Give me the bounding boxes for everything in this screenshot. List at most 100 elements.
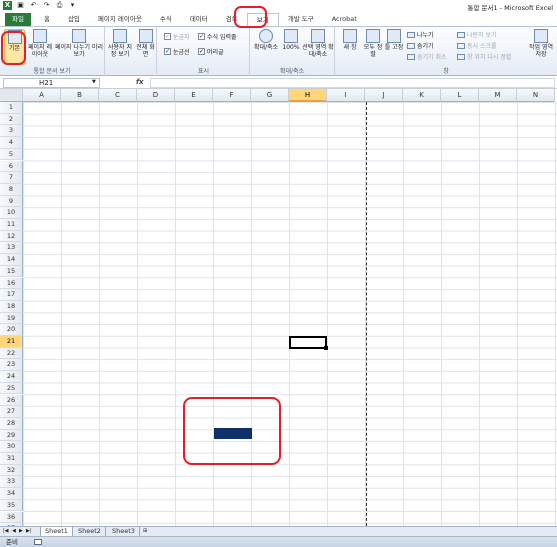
row-header-18[interactable]: 18 bbox=[0, 300, 23, 313]
tab-page-layout[interactable]: 페이지 레이아웃 bbox=[89, 13, 151, 26]
select-all-button[interactable] bbox=[0, 89, 23, 102]
row-header-1[interactable]: 1 bbox=[0, 102, 23, 114]
split-button[interactable]: 나누기 bbox=[407, 30, 434, 39]
save-icon[interactable]: ▣ bbox=[16, 1, 25, 10]
gridlines-checkbox[interactable]: ✓ 눈금선 bbox=[164, 47, 190, 56]
headings-checkbox[interactable]: ✓ 머리글 bbox=[198, 47, 224, 56]
row-header-34[interactable]: 34 bbox=[0, 488, 23, 500]
row-header-10[interactable]: 10 bbox=[0, 207, 23, 219]
row-header-31[interactable]: 31 bbox=[0, 453, 23, 465]
row-header-36[interactable]: 36 bbox=[0, 511, 23, 524]
row-header-7[interactable]: 7 bbox=[0, 172, 23, 184]
row-header-28[interactable]: 28 bbox=[0, 417, 23, 430]
row-header-3[interactable]: 3 bbox=[0, 125, 23, 138]
formula-input[interactable] bbox=[150, 78, 555, 88]
row-header-35[interactable]: 35 bbox=[0, 499, 23, 512]
row-header-22[interactable]: 22 bbox=[0, 347, 23, 360]
side-by-side-button[interactable]: 나란히 보기 bbox=[457, 30, 497, 39]
column-header-a[interactable]: A bbox=[23, 89, 61, 102]
row-header-15[interactable]: 15 bbox=[0, 265, 23, 278]
column-header-c[interactable]: C bbox=[99, 89, 137, 102]
full-screen-button[interactable]: 전체 화면 bbox=[136, 29, 155, 58]
new-window-button[interactable]: 새 창 bbox=[338, 29, 362, 51]
row-header-13[interactable]: 13 bbox=[0, 242, 23, 255]
row-header-25[interactable]: 25 bbox=[0, 382, 23, 395]
row-header-12[interactable]: 12 bbox=[0, 230, 23, 243]
row-header-5[interactable]: 5 bbox=[0, 148, 23, 161]
next-sheet-icon[interactable]: ▶ bbox=[19, 528, 23, 534]
first-sheet-icon[interactable]: |◀ bbox=[3, 528, 9, 534]
row-header-29[interactable]: 29 bbox=[0, 429, 23, 442]
column-header-g[interactable]: G bbox=[251, 89, 289, 102]
fill-handle[interactable] bbox=[324, 345, 328, 350]
row-header-17[interactable]: 17 bbox=[0, 289, 23, 301]
sync-scroll-button[interactable]: 동시 스크롤 bbox=[457, 41, 497, 50]
row-header-6[interactable]: 6 bbox=[0, 160, 23, 173]
row-header-21[interactable]: 21 bbox=[0, 336, 23, 348]
column-header-h[interactable]: H bbox=[289, 89, 327, 102]
cell-area[interactable] bbox=[23, 102, 557, 526]
row-header-23[interactable]: 23 bbox=[0, 359, 23, 372]
name-box[interactable]: H21 bbox=[3, 78, 100, 88]
zoom-button[interactable]: 확대/축소 bbox=[252, 29, 280, 51]
insert-sheet-icon[interactable]: ⊞ bbox=[143, 528, 147, 534]
column-header-k[interactable]: K bbox=[403, 89, 441, 102]
row-header-9[interactable]: 9 bbox=[0, 195, 23, 208]
row-header-20[interactable]: 20 bbox=[0, 324, 23, 336]
unhide-button[interactable]: 숨기기 취소 bbox=[407, 52, 447, 61]
row-header-32[interactable]: 32 bbox=[0, 464, 23, 477]
column-header-n[interactable]: N bbox=[517, 89, 555, 102]
column-header-m[interactable]: M bbox=[479, 89, 517, 102]
hide-button[interactable]: 숨기기 bbox=[407, 41, 434, 50]
row-header-4[interactable]: 4 bbox=[0, 137, 23, 149]
freeze-panes-button[interactable]: 틀 고정 bbox=[384, 29, 404, 51]
row-header-11[interactable]: 11 bbox=[0, 219, 23, 231]
zoom-selection-button[interactable]: 선택 영역 확대/축소 bbox=[302, 29, 334, 58]
row-header-26[interactable]: 26 bbox=[0, 394, 23, 407]
formula-bar-checkbox[interactable]: ✓ 수식 입력줄 bbox=[198, 32, 237, 41]
tab-developer[interactable]: 개발 도구 bbox=[279, 13, 323, 26]
last-sheet-icon[interactable]: ▶| bbox=[26, 528, 32, 534]
column-header-e[interactable]: E bbox=[175, 89, 213, 102]
row-header-14[interactable]: 14 bbox=[0, 254, 23, 266]
save-workspace-button[interactable]: 작업 영역 저장 bbox=[527, 29, 555, 58]
ruler-checkbox[interactable]: ✓ 눈금자 bbox=[164, 32, 190, 41]
tab-formulas[interactable]: 수식 bbox=[151, 13, 181, 26]
column-header-j[interactable]: J bbox=[365, 89, 403, 102]
column-header-d[interactable]: D bbox=[137, 89, 175, 102]
column-header-f[interactable]: F bbox=[213, 89, 251, 102]
reset-position-button[interactable]: 창 위치 다시 정렬 bbox=[457, 52, 511, 61]
tab-data[interactable]: 데이터 bbox=[181, 13, 217, 26]
row-header-27[interactable]: 27 bbox=[0, 406, 23, 418]
tab-file[interactable]: 파일 bbox=[5, 13, 31, 26]
tab-insert[interactable]: 삽입 bbox=[59, 13, 89, 26]
page-break-preview-button[interactable]: 페이지 나누기 미리 보기 bbox=[55, 29, 103, 58]
undo-icon[interactable]: ↶ bbox=[29, 1, 38, 10]
sheet-tab-sheet2[interactable]: Sheet2 bbox=[74, 527, 106, 536]
prev-sheet-icon[interactable]: ◀ bbox=[12, 528, 16, 534]
sheet-tab-sheet3[interactable]: Sheet3 bbox=[108, 527, 140, 536]
insert-function-icon[interactable]: fx bbox=[136, 78, 144, 86]
tab-home[interactable]: 홈 bbox=[35, 13, 59, 26]
row-header-8[interactable]: 8 bbox=[0, 183, 23, 196]
page-layout-view-button[interactable]: 페이지 레이아웃 bbox=[28, 29, 52, 58]
column-header-l[interactable]: L bbox=[441, 89, 479, 102]
redo-icon[interactable]: ↷ bbox=[42, 1, 51, 10]
customize-qat-icon[interactable]: ▾ bbox=[68, 1, 77, 10]
row-header-19[interactable]: 19 bbox=[0, 312, 23, 325]
row-header-16[interactable]: 16 bbox=[0, 277, 23, 290]
zoom-100-button[interactable]: 100% bbox=[282, 29, 300, 51]
tab-acrobat[interactable]: Acrobat bbox=[323, 13, 366, 26]
row-header-33[interactable]: 33 bbox=[0, 476, 23, 489]
active-cell[interactable] bbox=[289, 336, 327, 349]
sheet-tab-sheet1[interactable]: Sheet1 bbox=[40, 527, 73, 536]
column-header-i[interactable]: I bbox=[327, 89, 365, 102]
row-header-2[interactable]: 2 bbox=[0, 113, 23, 126]
row-header-30[interactable]: 30 bbox=[0, 441, 23, 453]
row-header-24[interactable]: 24 bbox=[0, 371, 23, 383]
chevron-down-icon[interactable]: ▼ bbox=[92, 79, 96, 85]
arrange-all-button[interactable]: 모두 정렬 bbox=[363, 29, 383, 58]
macro-record-icon[interactable] bbox=[34, 539, 42, 545]
column-header-b[interactable]: B bbox=[61, 89, 99, 102]
print-preview-icon[interactable]: ⎙ bbox=[55, 1, 64, 10]
